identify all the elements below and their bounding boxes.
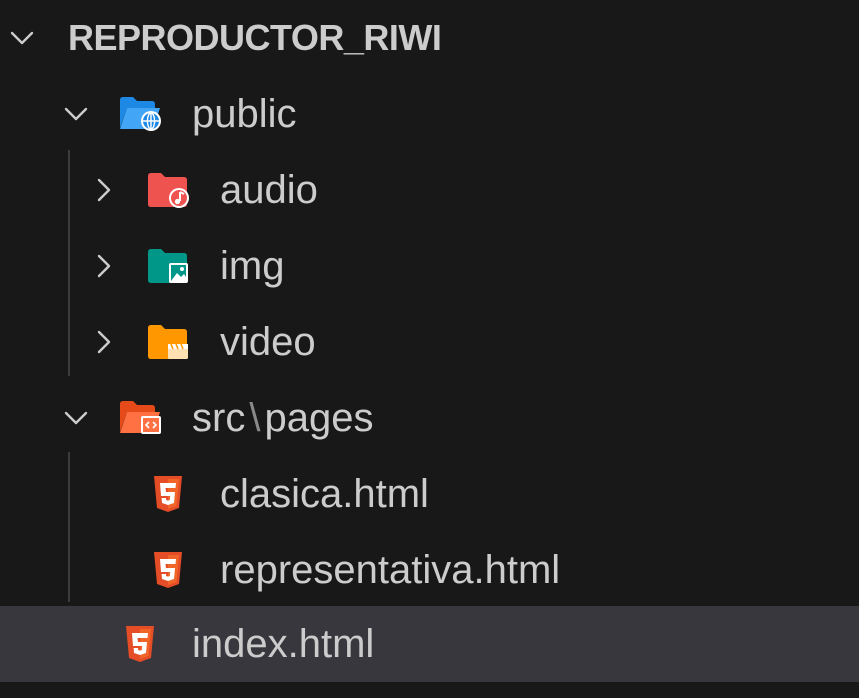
tree-item-label: public — [192, 92, 297, 136]
chevron-right-icon[interactable] — [90, 176, 118, 204]
explorer-root[interactable]: REPRODUCTOR_RIWI — [0, 0, 859, 76]
tree-item-index-html[interactable]: index.html — [0, 606, 859, 682]
chevron-down-icon[interactable] — [62, 100, 90, 128]
chevron-down-icon[interactable] — [8, 24, 36, 52]
html5-icon — [118, 624, 162, 664]
chevron-right-icon[interactable] — [90, 328, 118, 356]
tree-item-representativa-html[interactable]: representativa.html — [0, 532, 859, 608]
folder-video-icon — [146, 322, 190, 362]
tree-item-clasica-html[interactable]: clasica.html — [0, 456, 859, 532]
tree-item-label-part: src — [192, 396, 246, 440]
chevron-down-icon[interactable] — [62, 404, 90, 432]
html5-icon — [146, 474, 190, 514]
folder-audio-icon — [146, 170, 190, 210]
tree-item-label: src \ pages — [192, 394, 373, 442]
folder-public-open-icon — [118, 94, 162, 134]
html5-icon — [146, 550, 190, 590]
folder-src-open-icon — [118, 398, 162, 438]
tree-item-label: representativa.html — [220, 548, 561, 592]
tree-item-label: clasica.html — [220, 472, 429, 516]
tree-item-audio[interactable]: audio — [0, 152, 859, 228]
tree-item-public[interactable]: public — [0, 76, 859, 152]
tree-item-label: index.html — [192, 622, 375, 666]
tree-item-video[interactable]: video — [0, 304, 859, 380]
chevron-right-icon[interactable] — [90, 252, 118, 280]
tree-item-label-part: pages — [264, 396, 374, 440]
file-explorer: REPRODUCTOR_RIWI public audio img video … — [0, 0, 859, 698]
tree-item-label: audio — [220, 168, 318, 212]
tree-item-label: video — [220, 320, 316, 364]
tree-item-img[interactable]: img — [0, 228, 859, 304]
tree-item-label: img — [220, 244, 285, 288]
explorer-root-label: REPRODUCTOR_RIWI — [68, 17, 442, 58]
folder-images-icon — [146, 246, 190, 286]
path-separator: \ — [249, 396, 261, 440]
tree-item-src-pages[interactable]: src \ pages — [0, 380, 859, 456]
